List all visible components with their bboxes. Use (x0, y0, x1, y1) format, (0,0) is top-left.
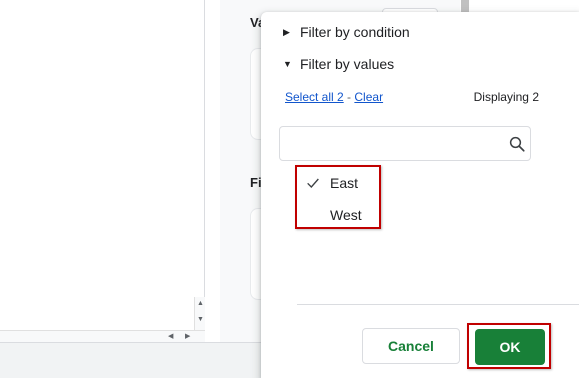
link-separator: - (347, 90, 352, 104)
filter-by-condition-toggle[interactable]: ▶ Filter by condition (283, 24, 410, 40)
filter-by-values-label: Filter by values (300, 56, 395, 72)
value-item-east[interactable]: East (297, 169, 379, 197)
value-item-west[interactable]: West (297, 201, 379, 229)
footer-divider (297, 304, 579, 305)
cancel-button[interactable]: Cancel (362, 328, 460, 364)
caret-down-icon: ▼ (283, 59, 292, 69)
scroll-left-arrow-icon[interactable]: ◀ (168, 332, 173, 342)
filter-by-condition-label: Filter by condition (300, 24, 410, 40)
caret-right-icon: ▶ (283, 27, 290, 37)
value-search-box[interactable] (279, 126, 531, 161)
filters-section-label: Fi (250, 175, 262, 190)
value-list-highlight: East West (295, 165, 381, 229)
search-icon[interactable] (508, 135, 526, 153)
scroll-right-arrow-icon[interactable]: ▶ (185, 332, 190, 342)
checkmark-icon[interactable] (305, 175, 321, 191)
scroll-up-arrow-icon[interactable]: ▲ (197, 299, 204, 309)
sheet-grid-area[interactable] (0, 0, 205, 342)
horizontal-scrollbar[interactable]: ◀ ▶ (0, 330, 205, 342)
clear-link[interactable]: Clear (354, 90, 383, 104)
value-label: West (330, 207, 362, 223)
value-label: East (330, 175, 359, 191)
filter-popup: ▶ Filter by condition ▼ Filter by values… (261, 12, 579, 378)
displaying-count: Displaying 2 (473, 90, 539, 104)
select-all-link[interactable]: Select all 2 (285, 90, 344, 104)
ok-button-highlight: OK (467, 323, 551, 369)
scroll-down-arrow-icon[interactable]: ▼ (197, 315, 204, 325)
filter-by-values-toggle[interactable]: ▼ Filter by values (283, 56, 394, 72)
vertical-scrollbar[interactable]: ▲ ▼ (194, 297, 205, 330)
select-links: Select all 2 - Clear (285, 90, 383, 104)
value-search-input[interactable] (288, 133, 488, 155)
ok-button[interactable]: OK (475, 329, 545, 365)
